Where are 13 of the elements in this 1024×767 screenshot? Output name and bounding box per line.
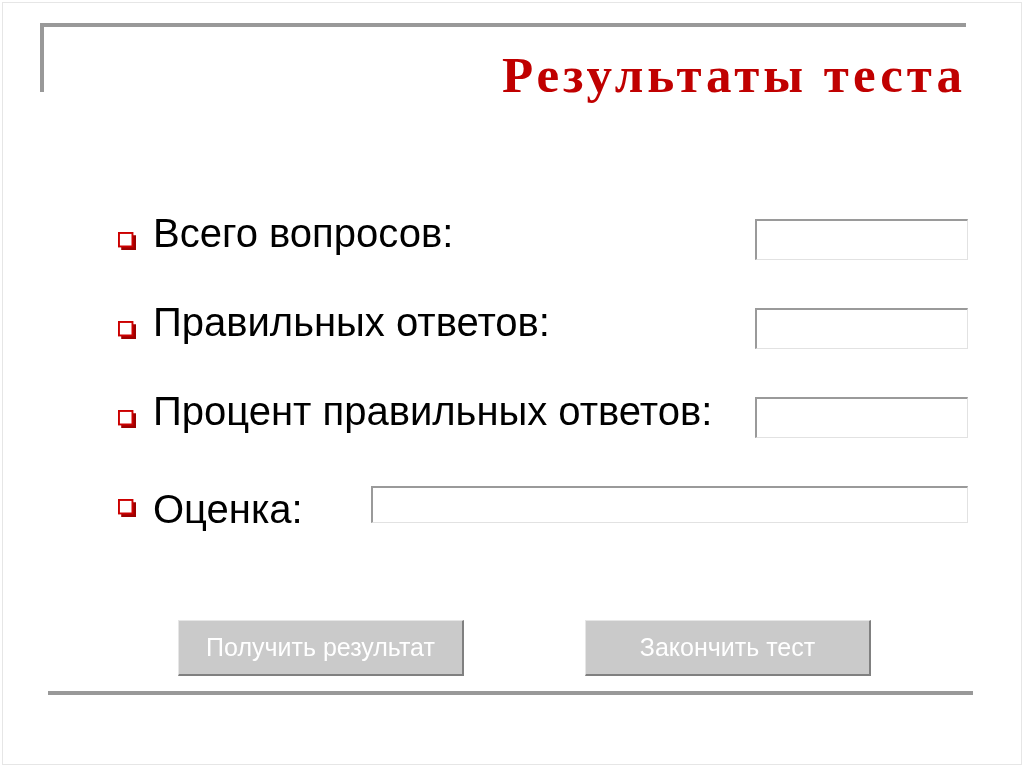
input-field[interactable] bbox=[755, 307, 968, 349]
input-field[interactable] bbox=[755, 218, 968, 260]
input-field[interactable] bbox=[371, 485, 968, 523]
square-bullet-icon bbox=[118, 499, 136, 518]
input-field[interactable] bbox=[755, 396, 968, 438]
field-label: Правильных ответов: bbox=[153, 302, 550, 343]
field-label: Оценка: bbox=[153, 489, 303, 530]
square-bullet-icon bbox=[118, 321, 136, 340]
slide-title: Результаты теста bbox=[502, 46, 966, 105]
field-label: Всего вопросов: bbox=[153, 213, 454, 254]
field-label: Процент правильных ответов: bbox=[153, 391, 713, 432]
square-bullet-icon bbox=[118, 410, 136, 429]
square-bullet-icon bbox=[118, 232, 136, 251]
